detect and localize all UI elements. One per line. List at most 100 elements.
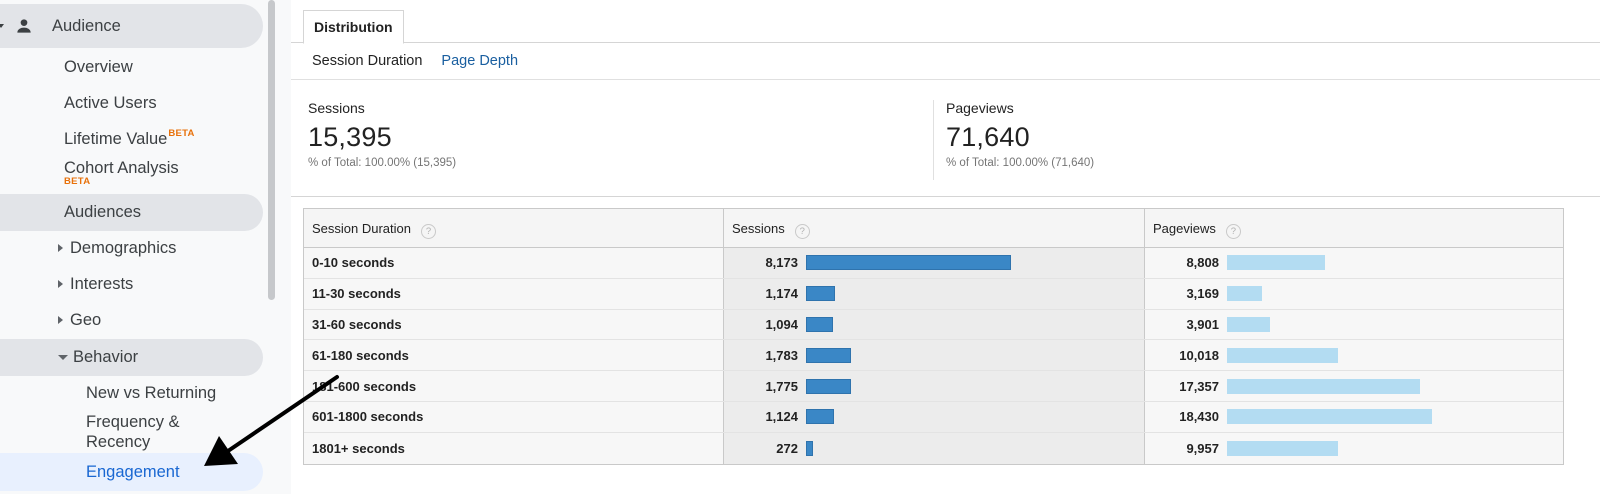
column-header-label: Session Duration [312,220,411,236]
sidebar: Audience Overview Active Users Lifetime … [0,0,291,494]
cell-sessions: 1,775 [724,371,1145,401]
main-panel: Distribution Session Duration Page Depth… [291,0,1600,494]
sidebar-item-label: Frequency & [86,413,180,431]
cell-sessions: 8,173 [724,248,1145,278]
sidebar-scrollbar[interactable] [268,0,275,300]
sessions-value: 1,094 [765,316,798,332]
sessions-bar [806,347,851,363]
sidebar-item-label: Interests [70,274,134,293]
caret-right-icon [58,244,63,252]
pageviews-bar [1227,255,1325,271]
cell-sessions: 1,094 [724,309,1145,340]
sidebar-item-label: Overview [64,57,133,76]
caret-down-icon [58,355,68,360]
cell-pageviews: 17,357 [1145,371,1563,401]
sidebar-item-label: Lifetime Value [64,129,168,148]
caret-right-icon [58,316,63,324]
sidebar-item-label: Audiences [64,203,142,221]
pageviews-bar [1227,378,1420,394]
cell-pageviews: 8,808 [1145,248,1563,278]
metric-sessions: Sessions 15,395 % of Total: 100.00% (15,… [308,100,456,169]
metric-subtext: % of Total: 100.00% (15,395) [308,157,457,169]
cell-pageviews: 10,018 [1145,340,1563,371]
sidebar-item-geo[interactable]: Geo [0,298,101,342]
table-row: 31-60 seconds 1,094 3,901 [304,309,1563,341]
metric-label: Pageviews [946,100,1014,116]
cell-session-duration: 181-600 seconds [304,371,724,401]
help-icon[interactable]: ? [421,223,436,239]
divider [291,79,1600,80]
sessions-bar [806,286,835,302]
pageviews-bar [1227,347,1338,363]
sessions-value: 1,124 [765,409,798,425]
column-header-sessions[interactable]: Sessions ? [724,209,1145,247]
pageviews-value: 3,169 [1186,286,1219,302]
beta-badge: BETA [64,176,91,187]
cell-pageviews: 9,957 [1145,432,1563,464]
metric-value: 15,395 [308,122,392,152]
metric-subtext: % of Total: 100.00% (71,640) [946,157,1095,169]
sessions-value: 272 [776,440,798,456]
metric-value: 71,640 [946,122,1030,152]
sidebar-item-label: Active Users [64,93,157,112]
help-icon[interactable]: ? [794,223,810,239]
chevron-down-icon [0,24,4,28]
sidebar-section-label: Audience [52,16,121,35]
metric-label: Sessions [308,100,365,116]
column-header-session-duration[interactable]: Session Duration ? [304,209,724,247]
tab-distribution[interactable]: Distribution [303,10,404,44]
subnav-page-depth-link[interactable]: Page Depth [441,53,518,69]
sidebar-section-audience[interactable]: Audience [0,4,263,48]
cell-pageviews: 3,169 [1145,278,1563,309]
cell-pageviews: 18,430 [1145,401,1563,432]
help-icon[interactable]: ? [1225,223,1241,239]
sidebar-item-cohort-analysis[interactable]: Cohort Analysis BETA [0,151,179,195]
sidebar-item-label: Geo [70,310,102,329]
table-row: 601-1800 seconds 1,124 18,430 [304,401,1563,433]
beta-badge: BETA [168,127,195,139]
sidebar-item-engagement[interactable]: Engagement [0,453,263,491]
table-row: 0-10 seconds 8,173 8,808 [304,248,1563,279]
sessions-value: 1,174 [765,286,798,302]
table-header: Session Duration ? Sessions ? Pageviews … [304,209,1563,248]
person-icon [17,19,31,33]
divider [291,196,1600,197]
table-row: 61-180 seconds 1,783 10,018 [304,340,1563,372]
sessions-bar [806,316,833,332]
cell-pageviews: 3,901 [1145,309,1563,340]
cell-session-duration: 61-180 seconds [304,340,724,371]
sidebar-item-label: Demographics [70,238,177,257]
pageviews-value: 9,957 [1186,440,1219,456]
pageviews-value: 8,808 [1186,255,1219,271]
pageviews-bar [1227,316,1270,332]
sidebar-item-label: Recency [86,433,151,451]
pageviews-bar [1227,440,1338,456]
cell-session-duration: 11-30 seconds [304,278,724,309]
cell-session-duration: 1801+ seconds [304,432,724,464]
divider [933,100,934,180]
cell-sessions: 1,174 [724,278,1145,309]
cell-sessions: 1,783 [724,340,1145,371]
cell-sessions: 272 [724,432,1145,464]
column-header-label: Pageviews [1153,220,1216,236]
sessions-bar [806,378,851,394]
cell-session-duration: 0-10 seconds [304,248,724,278]
sidebar-item-label: Engagement [86,462,180,481]
sessions-bar [806,255,1011,271]
sessions-value: 1,775 [765,378,798,394]
sessions-bar [806,409,834,425]
subnav: Session Duration Page Depth [312,53,518,69]
table-body: 0-10 seconds 8,173 8,808 11-30 seconds 1,174… [304,248,1563,464]
cell-session-duration: 601-1800 seconds [304,401,724,432]
pageviews-value: 10,018 [1179,347,1219,363]
pageviews-value: 17,357 [1179,378,1219,394]
subnav-session-duration[interactable]: Session Duration [312,53,422,69]
table-row: 11-30 seconds 1,174 3,169 [304,278,1563,310]
sidebar-item-label: Behavior [73,348,139,366]
column-header-label: Sessions [732,220,785,236]
cell-sessions: 1,124 [724,401,1145,432]
sessions-value: 1,783 [765,347,798,363]
sidebar-item-label: New vs Returning [86,383,217,402]
column-header-pageviews[interactable]: Pageviews ? [1145,209,1563,247]
table-row: 1801+ seconds 272 9,957 [304,432,1563,464]
